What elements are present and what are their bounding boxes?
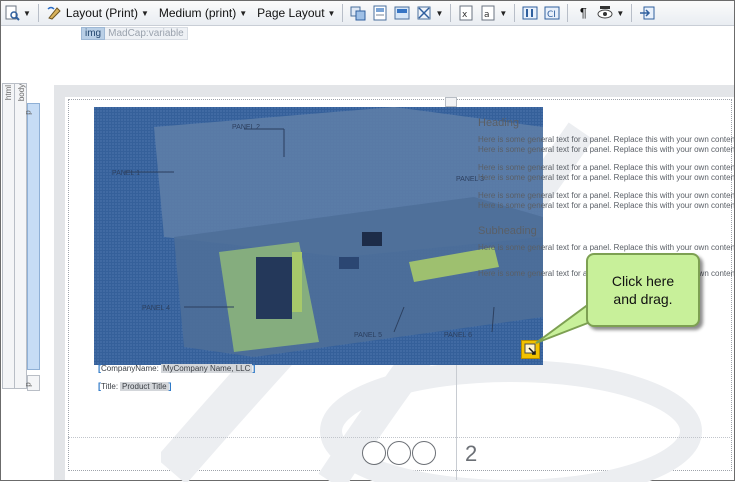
column-resize-handle[interactable]	[445, 97, 457, 107]
page-margins-icon	[372, 5, 388, 21]
paragraph[interactable]: Here is some general text for a panel. R…	[478, 173, 734, 183]
toolbar: ▼ Layout (Print) ▼ Medium (print) ▼ Page…	[1, 1, 734, 26]
view-options-button[interactable]: ▼	[594, 3, 627, 23]
toolbar-divider	[37, 4, 39, 22]
structure-bar-p[interactable]: p	[24, 103, 40, 370]
show-margins-button[interactable]	[369, 3, 391, 23]
toolbar-divider	[450, 4, 452, 22]
show-conditions-button[interactable]: CI	[541, 3, 563, 23]
document-preview-icon	[4, 5, 20, 21]
tags-icon	[522, 5, 538, 21]
chevron-down-icon: ▼	[239, 8, 248, 18]
show-markers-button[interactable]: ¶	[572, 3, 594, 23]
cross-reference-icon	[416, 5, 432, 21]
medium-label: Medium (print)	[158, 6, 237, 20]
svg-text:a: a	[484, 10, 490, 20]
chevron-down-icon: ▼	[23, 8, 31, 18]
footer-divider	[68, 437, 730, 438]
toolbar-divider	[514, 4, 516, 22]
panel-1-label: PANEL 1	[112, 170, 140, 177]
company-name-value[interactable]: MyCompany Name, LLC	[160, 363, 253, 373]
toolbar-divider	[342, 4, 344, 22]
snippet-button[interactable]: a ▼	[477, 3, 510, 23]
panel-4-label: PANEL 4	[142, 305, 170, 312]
variables-button[interactable]: x	[455, 3, 477, 23]
company-name-field[interactable]: [ CompanyName: MyCompany Name, LLC ]	[98, 363, 255, 373]
toolbar-divider	[567, 4, 569, 22]
svg-text:CI: CI	[547, 10, 556, 20]
layout-label: Layout (Print)	[65, 6, 138, 20]
paragraph[interactable]: Here is some general text for a panel. R…	[478, 145, 734, 155]
show-frames-button[interactable]	[347, 3, 369, 23]
variable-tag[interactable]: MadCap:variable	[105, 27, 188, 40]
footer-circle	[362, 441, 386, 465]
toolbar-divider	[631, 4, 633, 22]
panel-5-label: PANEL 5	[354, 332, 382, 339]
heading[interactable]: Heading	[478, 117, 519, 129]
callout-line-2: and drag.	[613, 291, 673, 307]
editor-window: ▼ Layout (Print) ▼ Medium (print) ▼ Page…	[0, 0, 735, 482]
footer-circle	[412, 441, 436, 465]
insert-button[interactable]	[636, 3, 658, 23]
pilcrow-icon: ¶	[579, 5, 587, 20]
page-layout-dropdown[interactable]: Page Layout ▼	[250, 3, 338, 23]
chevron-down-icon: ▼	[327, 8, 336, 18]
image-icon	[394, 5, 410, 21]
preview-button[interactable]: ▼	[1, 3, 34, 23]
structure-bar-p-footer[interactable]: p	[24, 375, 40, 391]
show-tags-button[interactable]	[519, 3, 541, 23]
medium-dropdown[interactable]: Medium (print) ▼	[152, 3, 250, 23]
paragraph[interactable]: Here is some general text for a panel. R…	[478, 191, 734, 201]
paragraph[interactable]: Here is some general text for a panel. R…	[478, 135, 734, 145]
subheading[interactable]: Subheading	[478, 225, 537, 237]
panel-2-label: PANEL 2	[232, 124, 260, 131]
variable-bracket-close: ]	[252, 363, 256, 373]
img-tag[interactable]: img	[81, 27, 106, 40]
snippet-icon: a	[480, 5, 496, 21]
show-background-button[interactable]	[391, 3, 413, 23]
paragraph[interactable]: Here is some general text for a panel. R…	[478, 201, 734, 211]
title-value[interactable]: Product Title	[120, 381, 169, 391]
chevron-down-icon: ▼	[499, 8, 508, 18]
title-field[interactable]: [ Title: Product Title ]	[98, 381, 172, 391]
callout-line-1: Click here	[611, 273, 675, 289]
layout-dropdown[interactable]: Layout (Print) ▼	[43, 3, 152, 23]
variable-icon: x	[458, 5, 474, 21]
tag-bar: img MadCap:variable	[81, 27, 188, 40]
paragraph[interactable]: Here is some general text for a panel. R…	[478, 243, 734, 253]
page-number: 2	[465, 441, 478, 466]
structure-bar-body[interactable]: body	[14, 83, 27, 389]
conditions-icon: CI	[544, 5, 560, 21]
variable-bracket-close: ]	[168, 381, 172, 391]
svg-text:x: x	[462, 10, 468, 20]
chevron-down-icon: ▼	[616, 8, 625, 18]
frames-icon	[350, 5, 366, 21]
arrow-into-box-icon	[639, 5, 655, 21]
paragraph[interactable]: Here is some general text for a panel. R…	[478, 163, 734, 173]
chevron-down-icon: ▼	[435, 8, 444, 18]
panel-6-label: PANEL 6	[444, 332, 472, 339]
chevron-down-icon: ▼	[140, 8, 149, 18]
cross-reference-button[interactable]: ▼	[413, 3, 446, 23]
page-layout-label: Page Layout	[257, 6, 325, 20]
click-and-drag-callout: Click here and drag.	[586, 253, 700, 327]
company-name-label: CompanyName:	[101, 363, 159, 373]
layout-pen-icon	[46, 5, 62, 21]
eye-icon	[597, 5, 613, 21]
footer-circle	[387, 441, 411, 465]
selected-brochure-image[interactable]: PANEL 1 PANEL 2 PANEL 3 PANEL 4 PANEL 5 …	[94, 107, 543, 365]
title-label: Title:	[101, 381, 119, 391]
